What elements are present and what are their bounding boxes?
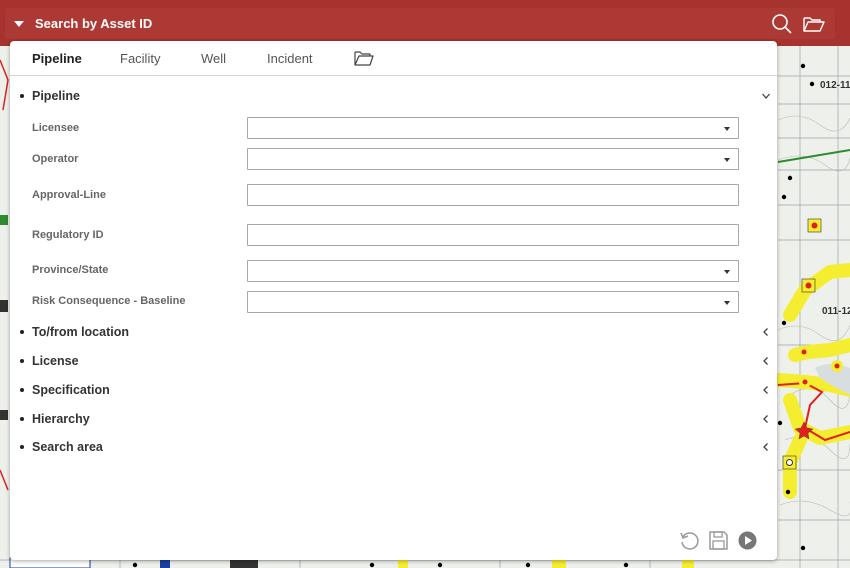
dropdown-arrow-icon (724, 158, 730, 162)
licensee-select[interactable] (247, 117, 739, 139)
search-header-bar[interactable]: Search by Asset ID (5, 8, 835, 39)
tab-facility[interactable]: Facility (120, 41, 160, 76)
province-state-select[interactable] (247, 260, 739, 282)
chevron-left-icon[interactable] (761, 355, 771, 367)
operator-select[interactable] (247, 148, 739, 170)
chevron-left-icon[interactable] (761, 384, 771, 396)
chevron-down-icon[interactable] (761, 90, 771, 102)
approval-line-input[interactable] (247, 184, 739, 206)
section-title: To/from location (32, 325, 129, 339)
chevron-left-icon[interactable] (761, 413, 771, 425)
section-title: Pipeline (32, 89, 80, 103)
top-bar: Search by Asset ID (0, 0, 850, 46)
dropdown-arrow-icon (724, 270, 730, 274)
regulatory-id-input[interactable] (247, 224, 739, 246)
bullet (20, 388, 24, 392)
section-title: Hierarchy (32, 412, 90, 426)
section-specification[interactable]: Specification (20, 380, 775, 400)
risk-consequence-label: Risk Consequence - Baseline (32, 295, 186, 307)
folder-open-icon[interactable] (803, 13, 825, 35)
map-label-2: 011-12 (822, 306, 850, 317)
tab-pipeline[interactable]: Pipeline (32, 41, 82, 76)
bullet (20, 330, 24, 334)
section-to-from-location[interactable]: To/from location (20, 322, 775, 342)
bullet (20, 445, 24, 449)
play-icon[interactable] (737, 530, 758, 551)
section-license[interactable]: License (20, 351, 775, 371)
section-search-area[interactable]: Search area (20, 437, 775, 457)
map-label-1: 012-11 (820, 80, 850, 91)
chevron-left-icon[interactable] (761, 441, 771, 453)
section-pipeline[interactable]: Pipeline (20, 86, 775, 106)
caret-down-icon[interactable] (14, 20, 24, 27)
risk-consequence-select[interactable] (247, 291, 739, 313)
tab-bar: Pipeline Facility Well Incident (10, 41, 777, 76)
licensee-label: Licensee (32, 122, 80, 134)
dropdown-arrow-icon (724, 127, 730, 131)
folder-open-icon[interactable] (354, 50, 374, 67)
chevron-left-icon[interactable] (761, 326, 771, 338)
approval-line-label: Approval-Line (32, 189, 106, 201)
section-title: License (32, 354, 79, 368)
tab-incident[interactable]: Incident (267, 41, 313, 76)
reset-icon[interactable] (679, 530, 700, 551)
search-panel: Pipeline Facility Well Incident Pipeline… (10, 41, 777, 560)
regulatory-id-label: Regulatory ID (32, 229, 104, 241)
section-hierarchy[interactable]: Hierarchy (20, 409, 775, 429)
bullet (20, 94, 24, 98)
save-icon[interactable] (708, 530, 729, 551)
dropdown-arrow-icon (724, 301, 730, 305)
section-title: Search area (32, 440, 103, 454)
tab-well[interactable]: Well (201, 41, 226, 76)
search-header-title: Search by Asset ID (35, 16, 153, 31)
bullet (20, 359, 24, 363)
section-title: Specification (32, 383, 110, 397)
bullet (20, 417, 24, 421)
province-state-label: Province/State (32, 264, 109, 276)
operator-label: Operator (32, 153, 79, 165)
search-icon[interactable] (771, 13, 793, 35)
